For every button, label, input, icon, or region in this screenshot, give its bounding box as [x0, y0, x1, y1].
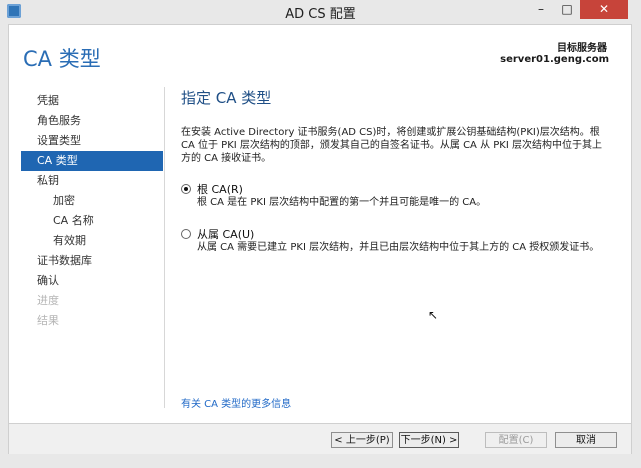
minimize-icon: –: [538, 2, 544, 16]
sidebar-item-cryptography[interactable]: 加密: [21, 191, 163, 211]
target-server-name: server01.geng.com: [500, 54, 609, 65]
previous-button[interactable]: < 上一步(P): [331, 432, 393, 448]
sidebar-item-credentials[interactable]: 凭据: [21, 91, 163, 111]
subordinate-ca-radio[interactable]: [181, 228, 191, 239]
sidebar-item-ca-name[interactable]: CA 名称: [21, 211, 163, 231]
title-bar[interactable]: AD CS 配置 – □ ✕: [0, 0, 641, 24]
sidebar-divider: [164, 87, 165, 408]
sidebar-item-certificate-database[interactable]: 证书数据库: [21, 251, 163, 271]
close-icon: ✕: [598, 2, 610, 16]
ca-type-description: 在安装 Active Directory 证书服务(AD CS)时，将创建或扩展…: [181, 127, 602, 164]
subordinate-ca-option[interactable]: 从属 CA(U) 从属 CA 需要已建立 PKI 层次结构，并且已由层次结构中位…: [181, 226, 621, 255]
minimize-button[interactable]: –: [528, 0, 554, 19]
sidebar-item-validity-period[interactable]: 有效期: [21, 231, 163, 251]
sidebar-item-progress: 进度: [37, 294, 59, 307]
window-frame: AD CS 配置 – □ ✕ CA 类型 目标服务器 server01.geng…: [0, 0, 641, 468]
configure-button: 配置(C): [485, 432, 547, 448]
wizard-navigation: 凭据 角色服务 设置类型 CA 类型 私钥 加密 CA 名称 有效期 证书数据库…: [21, 91, 163, 331]
sidebar-item-ca-type[interactable]: CA 类型: [21, 151, 163, 171]
maximize-icon: □: [561, 2, 573, 16]
root-ca-description: 根 CA 是在 PKI 层次结构中配置的第一个并且可能是唯一的 CA。: [197, 197, 487, 208]
subordinate-ca-label[interactable]: 从属 CA(U): [197, 226, 254, 242]
sidebar-item-confirmation[interactable]: 确认: [21, 271, 163, 291]
maximize-button[interactable]: □: [554, 0, 580, 19]
sidebar-item-private-key[interactable]: 私钥: [21, 171, 163, 191]
content-panel: CA 类型 目标服务器 server01.geng.com 凭据 角色服务 设置…: [8, 24, 632, 454]
sidebar-item-results: 结果: [37, 314, 59, 327]
main-content: 指定 CA 类型 在安装 Active Directory 证书服务(AD CS…: [181, 87, 621, 271]
sidebar-item-setup-type[interactable]: 设置类型: [21, 131, 163, 151]
root-ca-radio[interactable]: [181, 183, 191, 194]
target-server-label: 目标服务器: [557, 43, 607, 54]
section-title: 指定 CA 类型: [181, 89, 272, 107]
root-ca-radio-row[interactable]: 根 CA(R): [181, 181, 621, 196]
page-title: CA 类型: [23, 47, 101, 71]
subordinate-ca-radio-row[interactable]: 从属 CA(U): [181, 226, 621, 241]
close-button[interactable]: ✕: [580, 0, 628, 19]
next-button[interactable]: 下一步(N) >: [399, 432, 459, 448]
sidebar-item-role-services[interactable]: 角色服务: [21, 111, 163, 131]
cancel-button[interactable]: 取消: [555, 432, 617, 448]
root-ca-label[interactable]: 根 CA(R): [197, 181, 243, 197]
footer-buttons: < 上一步(P) 下一步(N) > 配置(C) 取消: [9, 423, 631, 454]
mouse-cursor-icon: ↖: [428, 308, 439, 322]
root-ca-option[interactable]: 根 CA(R) 根 CA 是在 PKI 层次结构中配置的第一个并且可能是唯一的 …: [181, 181, 621, 210]
subordinate-ca-description: 从属 CA 需要已建立 PKI 层次结构，并且已由层次结构中位于其上方的 CA …: [197, 242, 600, 253]
more-info-link[interactable]: 有关 CA 类型的更多信息: [181, 395, 291, 410]
